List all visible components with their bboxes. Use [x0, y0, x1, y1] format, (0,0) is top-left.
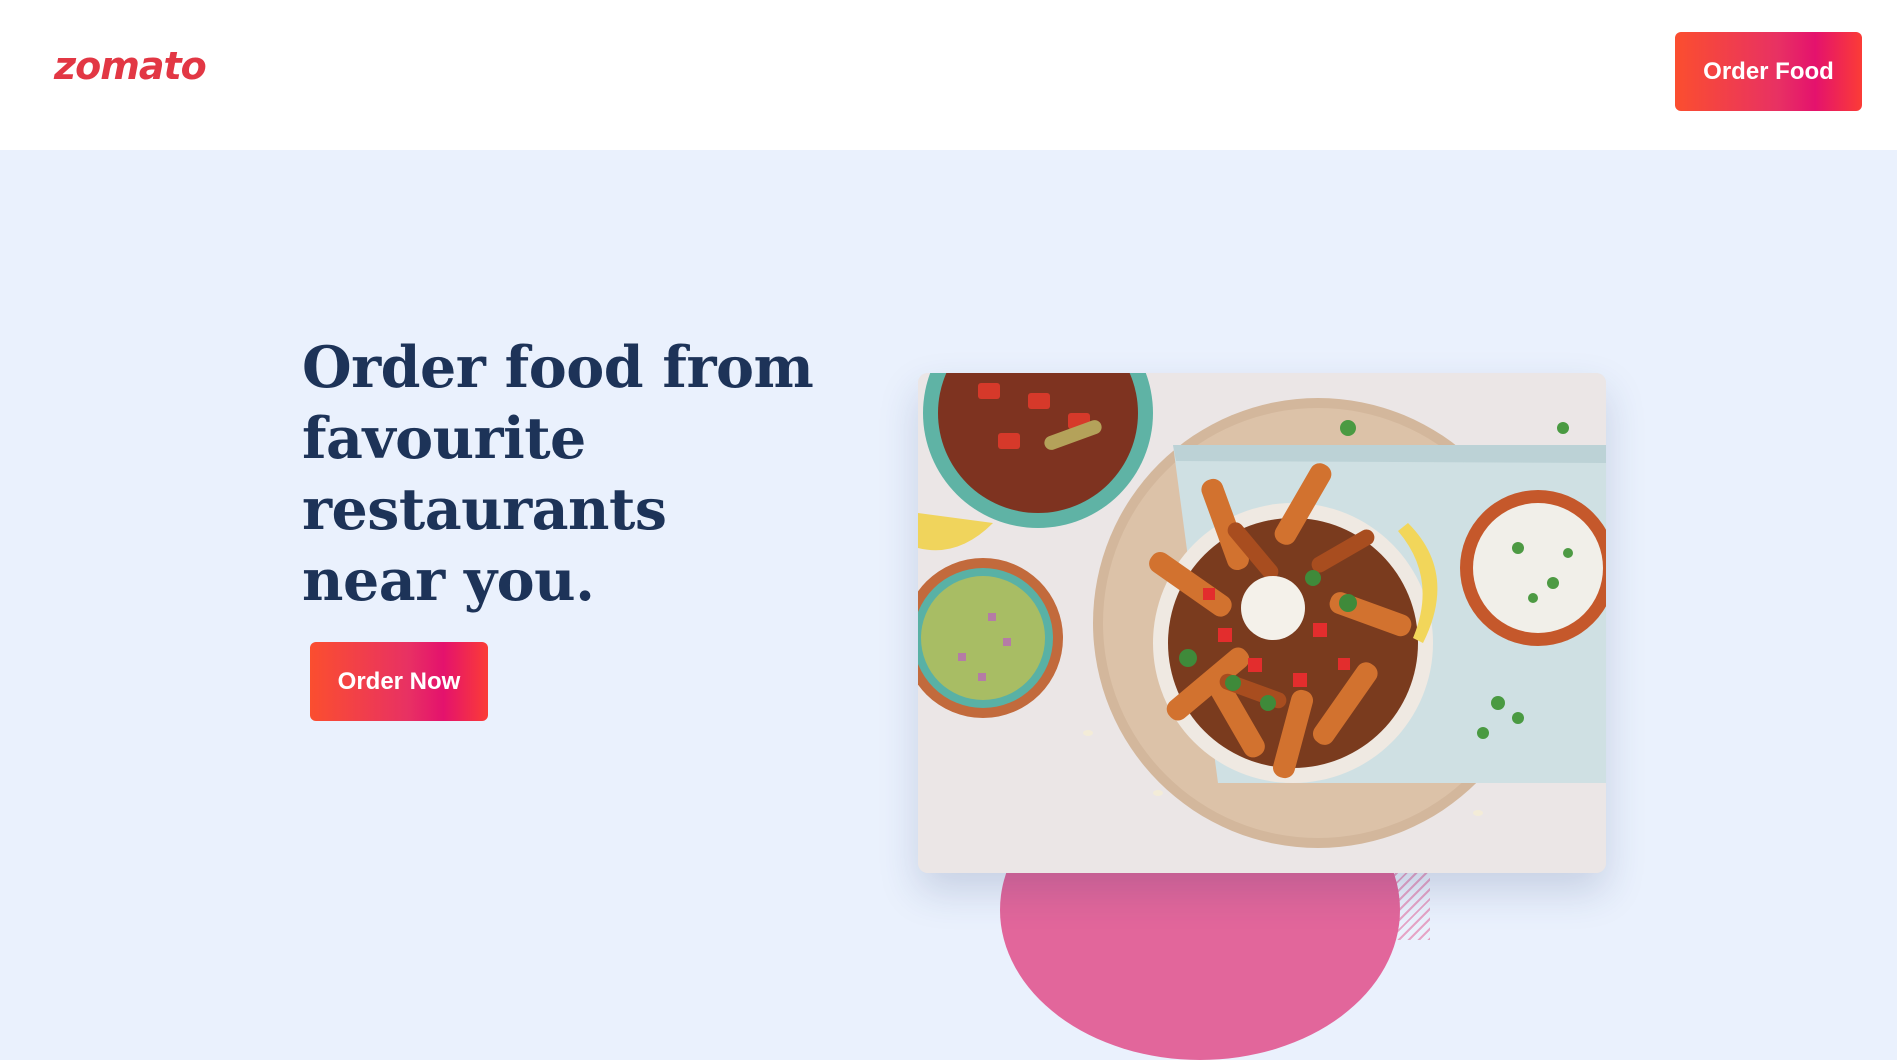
order-food-button[interactable]: Order Food [1675, 32, 1862, 111]
site-header: zomato Order Food [0, 0, 1897, 150]
food-photo [918, 373, 1606, 873]
zomato-logo[interactable]: zomato [54, 44, 207, 88]
hero-title: Order food from favourite restaurants ne… [302, 334, 814, 614]
food-illustration [918, 373, 1606, 873]
order-now-button[interactable]: Order Now [310, 642, 488, 721]
